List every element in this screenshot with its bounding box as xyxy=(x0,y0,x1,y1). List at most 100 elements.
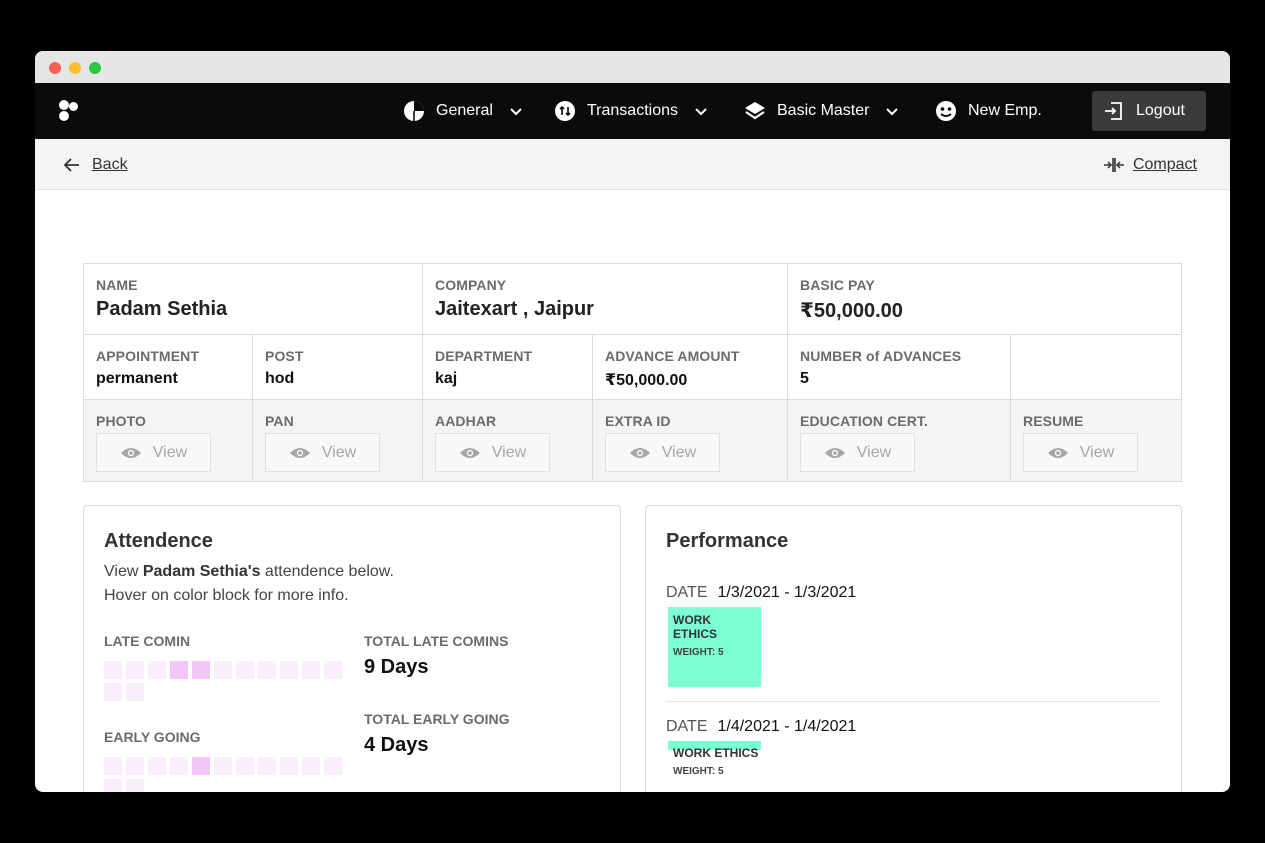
num-advances-cell: NUMBER of ADVANCES 5 xyxy=(788,335,1011,399)
total-early-value: 4 Days xyxy=(364,734,429,756)
back-link[interactable]: Back xyxy=(63,139,128,190)
num-advances-label: NUMBER of ADVANCES xyxy=(800,348,962,364)
view-pan-button[interactable]: View xyxy=(265,433,380,472)
attendance-day-block[interactable] xyxy=(258,661,276,679)
attendance-day-block[interactable] xyxy=(324,661,342,679)
attendance-day-block[interactable] xyxy=(192,661,210,679)
logout-button[interactable]: Logout xyxy=(1092,91,1206,131)
layers-icon xyxy=(744,100,766,122)
name-label: NAME xyxy=(96,277,138,293)
chevron-down-icon xyxy=(509,104,523,118)
performance-block-text: WORK ETHICS WEIGHT: 5 xyxy=(673,746,758,777)
extra-id-cell: EXTRA ID View xyxy=(593,400,788,481)
metric-weight: WEIGHT: 5 xyxy=(673,766,724,777)
compact-toggle[interactable]: Compact xyxy=(1103,139,1197,190)
desc-employee-name: Padam Sethia's xyxy=(142,563,261,580)
pan-cell: PAN View xyxy=(253,400,423,481)
nav-general[interactable]: General xyxy=(403,83,523,139)
basic-pay-label: BASIC PAY xyxy=(800,277,875,293)
attendance-day-block[interactable] xyxy=(104,757,122,775)
nav-basic-master[interactable]: Basic Master xyxy=(744,83,899,139)
view-aadhar-button[interactable]: View xyxy=(435,433,550,472)
nav-new-emp-label: New Emp. xyxy=(968,102,1042,119)
attendance-day-block[interactable] xyxy=(302,661,320,679)
employee-name: Padam Sethia xyxy=(96,298,228,320)
date-label: DATE xyxy=(666,718,708,735)
late-comin-label: LATE COMIN xyxy=(104,633,191,649)
desc-hover-hint: Hover on color block for more info. xyxy=(104,587,349,604)
nav-basic-master-label: Basic Master xyxy=(777,102,870,119)
app-logo[interactable] xyxy=(59,100,81,122)
attendance-day-block[interactable] xyxy=(236,661,254,679)
nav-transactions[interactable]: Transactions xyxy=(554,83,708,139)
attendance-day-block[interactable] xyxy=(170,661,188,679)
attendance-day-block[interactable] xyxy=(148,661,166,679)
resume-label: RESUME xyxy=(1023,413,1084,429)
eye-icon xyxy=(1047,446,1069,460)
view-education-cert-button[interactable]: View xyxy=(800,433,915,472)
attendance-day-block[interactable] xyxy=(126,661,144,679)
close-window-button[interactable] xyxy=(49,62,61,74)
view-label: View xyxy=(491,443,527,461)
attendance-day-block[interactable] xyxy=(280,757,298,775)
performance-card: Performance DATE 1/3/2021 - 1/3/2021 WORK… xyxy=(645,505,1182,792)
attendance-card: Attendence View Padam Sethia's attendenc… xyxy=(83,505,621,792)
view-extra-id-button[interactable]: View xyxy=(605,433,720,472)
compact-label: Compact xyxy=(1132,155,1197,173)
transfer-icon xyxy=(554,100,576,122)
minimize-window-button[interactable] xyxy=(69,62,81,74)
attendance-day-block[interactable] xyxy=(148,757,166,775)
total-late-value: 9 Days xyxy=(364,656,429,678)
name-cell: NAME Padam Sethia xyxy=(84,264,423,334)
attendance-day-block[interactable] xyxy=(192,757,210,775)
divider xyxy=(666,701,1161,702)
early-going-blocks xyxy=(104,757,344,792)
arrow-left-icon xyxy=(63,156,81,174)
attendance-day-block[interactable] xyxy=(236,757,254,775)
advance-amount-value: ₹50,000.00 xyxy=(605,372,688,389)
maximize-window-button[interactable] xyxy=(89,62,101,74)
empty-cell xyxy=(1011,335,1181,399)
attendance-day-block[interactable] xyxy=(258,757,276,775)
logout-label: Logout xyxy=(1136,102,1185,119)
attendance-description: View Padam Sethia's attendence below. Ho… xyxy=(104,560,394,608)
advance-amount-label: ADVANCE AMOUNT xyxy=(605,348,740,364)
performance-block[interactable]: WORK ETHICS WEIGHT: 5 xyxy=(668,607,761,687)
basic-pay-cell: BASIC PAY ₹50,000.00 xyxy=(788,264,1181,334)
attendance-day-block[interactable] xyxy=(126,779,144,792)
nav-transactions-label: Transactions xyxy=(587,102,678,119)
attendance-day-block[interactable] xyxy=(170,757,188,775)
attendance-day-block[interactable] xyxy=(302,757,320,775)
aadhar-cell: AADHAR View xyxy=(423,400,593,481)
eye-icon xyxy=(824,446,846,460)
late-comin-blocks xyxy=(104,661,344,701)
view-label: View xyxy=(321,443,357,461)
attendance-day-block[interactable] xyxy=(280,661,298,679)
company-value: Jaitexart , Jaipur xyxy=(435,298,594,320)
attendance-day-block[interactable] xyxy=(214,661,232,679)
attendance-day-block[interactable] xyxy=(104,683,122,701)
attendance-day-block[interactable] xyxy=(104,779,122,792)
attendance-day-block[interactable] xyxy=(214,757,232,775)
view-photo-button[interactable]: View xyxy=(96,433,211,472)
metric-name: WORK ETHICS xyxy=(673,746,759,760)
education-cert-cell: EDUCATION CERT. View xyxy=(788,400,1011,481)
view-label: View xyxy=(152,443,188,461)
info-row: APPOINTMENT permanent POST hod DEPARTMEN… xyxy=(84,335,1181,400)
eye-icon xyxy=(120,446,142,460)
attendance-day-block[interactable] xyxy=(126,757,144,775)
extra-id-label: EXTRA ID xyxy=(605,413,671,429)
sub-toolbar: Back Compact xyxy=(35,139,1230,190)
company-label: COMPANY xyxy=(435,277,507,293)
attendance-day-block[interactable] xyxy=(104,661,122,679)
date-label: DATE xyxy=(666,584,708,601)
early-going-label: EARLY GOING xyxy=(104,729,201,745)
view-resume-button[interactable]: View xyxy=(1023,433,1138,472)
attendance-day-block[interactable] xyxy=(324,757,342,775)
performance-entry-date: DATE 1/4/2021 - 1/4/2021 xyxy=(666,718,856,736)
attendance-day-block[interactable] xyxy=(126,683,144,701)
nav-new-emp[interactable]: New Emp. xyxy=(935,83,1042,139)
eye-icon xyxy=(459,446,481,460)
top-navbar: General Transactions Basic Master New Em… xyxy=(35,83,1230,139)
view-label: View xyxy=(1079,443,1115,461)
